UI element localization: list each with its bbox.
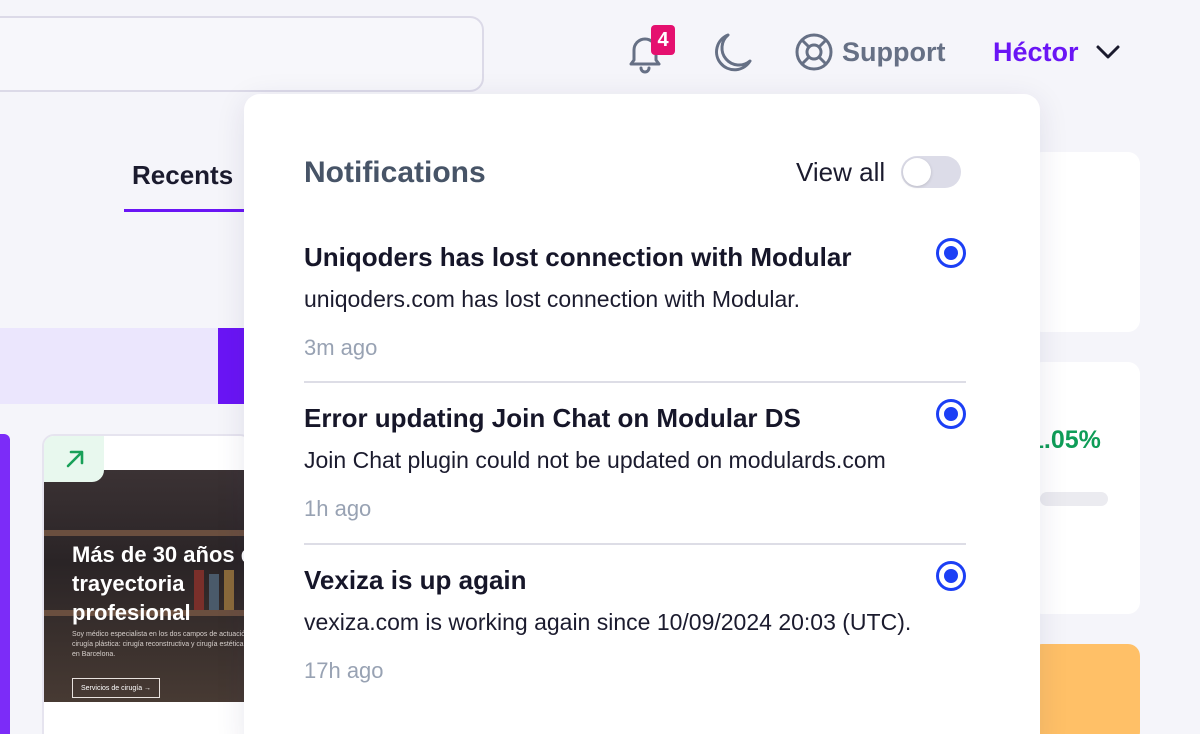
notifications-popover: Notifications View all Uniqoders has los…: [244, 94, 1040, 734]
site-card[interactable]: Más de 30 años de trayectoria profesiona…: [42, 434, 252, 734]
notification-time: 3m ago: [304, 335, 378, 360]
notification-item[interactable]: Uniqoders has lost connection with Modul…: [304, 240, 966, 363]
arrow-up-right-icon: [66, 450, 84, 468]
unread-indicator-radio[interactable]: [936, 399, 966, 429]
site-card-partial[interactable]: [0, 434, 10, 734]
notifications-title: Notifications: [304, 156, 486, 189]
banner-strip: [0, 328, 246, 404]
user-menu-button[interactable]: Héctor: [993, 30, 1123, 74]
moon-icon: [715, 33, 752, 72]
notification-body: uniqoders.com has lost connection with M…: [304, 286, 801, 312]
divider: [304, 543, 966, 545]
tab-recents-label: Recents: [132, 160, 234, 190]
notification-time: 1h ago: [304, 496, 372, 521]
view-all-control[interactable]: View all: [796, 156, 962, 188]
open-site-button[interactable]: [44, 436, 104, 482]
support-label: Support: [842, 36, 946, 67]
lifebuoy-icon: [795, 33, 833, 71]
notification-item[interactable]: Vexiza is up again vexiza.com is working…: [304, 563, 966, 686]
view-all-toggle[interactable]: [901, 156, 962, 188]
stat-progress-bar: [1040, 492, 1108, 506]
unread-indicator-radio[interactable]: [936, 561, 966, 591]
site-description: Soy médico especialista en los dos campo…: [72, 631, 252, 658]
notification-item[interactable]: Error updating Join Chat on Modular DS J…: [304, 401, 966, 524]
stats-card: [1030, 152, 1140, 332]
user-name: Héctor: [993, 36, 1079, 67]
tab-recents[interactable]: Recents: [124, 160, 248, 212]
stats-card-highlight: [1030, 644, 1140, 734]
support-button[interactable]: Support: [794, 30, 945, 74]
notification-body: vexiza.com is working again since 10/09/…: [304, 609, 912, 635]
notification-body: Join Chat plugin could not be updated on…: [304, 447, 886, 473]
site-cta-button: Servicios de cirugía →: [72, 678, 160, 698]
notification-title: Error updating Join Chat on Modular DS: [304, 403, 801, 433]
stats-card: [1030, 362, 1140, 614]
toggle-knob: [903, 158, 932, 186]
notifications-badge: 4: [651, 25, 675, 55]
dark-mode-toggle[interactable]: [713, 31, 753, 73]
unread-indicator-radio[interactable]: [936, 238, 966, 268]
chevron-down-icon: [1096, 45, 1120, 59]
notification-title: Uniqoders has lost connection with Modul…: [304, 242, 852, 272]
view-all-label: View all: [796, 156, 886, 187]
notification-time: 17h ago: [304, 658, 384, 683]
stat-percentage: 1.05%: [1030, 426, 1101, 454]
site-headline: Más de 30 años de trayectoria profesiona…: [72, 542, 252, 625]
search-input[interactable]: [0, 16, 484, 92]
thumb-shelf: [44, 530, 250, 536]
divider: [304, 381, 966, 383]
notification-title: Vexiza is up again: [304, 565, 527, 595]
site-thumbnail: Más de 30 años de trayectoria profesiona…: [44, 470, 252, 702]
